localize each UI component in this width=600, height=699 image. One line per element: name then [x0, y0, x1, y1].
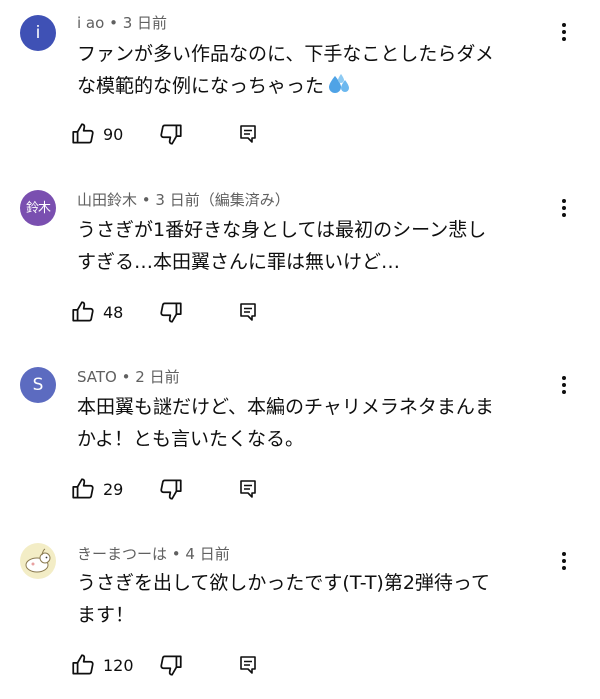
reply-button[interactable]	[236, 474, 260, 504]
comment-author[interactable]: 山田鈴木	[77, 191, 137, 209]
comment-actions: 120	[70, 650, 290, 680]
sweat-droplets-icon	[326, 74, 352, 96]
reply-button[interactable]	[236, 650, 260, 680]
thumbs-down-icon	[158, 652, 184, 678]
comment-time[interactable]: 3 日前	[155, 191, 199, 209]
thumbs-up-icon	[70, 121, 96, 147]
comment-text-content: うさぎが1番好きな身としては最初のシーン悲し すぎる…本田翼さんに罪は無いけど…	[77, 219, 487, 273]
animal-avatar-icon	[20, 543, 56, 579]
comment-actions: 90	[70, 119, 290, 149]
edited-label: （編集済み）	[199, 191, 290, 209]
comment-actions: 29	[70, 474, 290, 504]
avatar[interactable]: 鈴木	[20, 190, 56, 226]
reply-button[interactable]	[236, 297, 260, 327]
reply-icon	[236, 122, 260, 146]
comment-time[interactable]: 4 日前	[185, 545, 229, 563]
comment-text: うさぎを出して欲しかったです(T-T)第2弾待って ます！	[77, 567, 557, 631]
more-vertical-icon[interactable]	[552, 373, 576, 397]
avatar-initial: i	[35, 22, 41, 43]
like-button[interactable]: 90	[70, 119, 123, 149]
avatar[interactable]	[20, 543, 56, 579]
meta-separator: •	[104, 14, 123, 32]
meta-separator: •	[167, 545, 186, 563]
meta-separator: •	[116, 368, 136, 386]
comment-meta: SATO • 2 日前	[77, 366, 180, 387]
comment-actions: 48	[70, 297, 290, 327]
meta-separator: •	[137, 191, 156, 209]
comment-time[interactable]: 2 日前	[135, 368, 179, 386]
reply-button[interactable]	[236, 119, 260, 149]
like-button[interactable]: 120	[70, 650, 134, 680]
more-vertical-icon[interactable]	[552, 20, 576, 44]
more-vertical-icon[interactable]	[552, 549, 576, 573]
avatar-initial: 鈴木	[25, 200, 51, 216]
like-button[interactable]: 29	[70, 474, 123, 504]
like-count: 48	[103, 302, 124, 322]
comment-meta: i ao • 3 日前	[77, 12, 167, 33]
like-count: 29	[103, 479, 124, 499]
more-vertical-icon[interactable]	[552, 196, 576, 220]
comment-text-content: うさぎを出して欲しかったです(T-T)第2弾待って ます！	[77, 572, 490, 626]
dislike-button[interactable]	[158, 650, 184, 680]
avatar[interactable]: i	[20, 15, 56, 51]
avatar-initial: S	[32, 374, 44, 395]
comment-text: 本田翼も謎だけど、本編のチャリメラネタまんま かよ！とも言いたくなる。	[77, 391, 557, 455]
thumbs-up-icon	[70, 476, 96, 502]
like-button[interactable]: 48	[70, 297, 123, 327]
comment-text: うさぎが1番好きな身としては最初のシーン悲し すぎる…本田翼さんに罪は無いけど…	[77, 214, 557, 278]
dislike-button[interactable]	[158, 119, 184, 149]
like-count: 90	[103, 124, 124, 144]
comment-time[interactable]: 3 日前	[123, 14, 167, 32]
avatar[interactable]: S	[20, 367, 56, 403]
dislike-button[interactable]	[158, 297, 184, 327]
comment-text-content: ファンが多い作品なのに、下手なことしたらダメ な模範的な例になっちゃった	[77, 43, 494, 97]
comment-text: ファンが多い作品なのに、下手なことしたらダメ な模範的な例になっちゃった	[77, 38, 557, 102]
like-count: 120	[103, 655, 134, 675]
thumbs-down-icon	[158, 476, 184, 502]
reply-icon	[236, 653, 260, 677]
comment-meta: 山田鈴木 • 3 日前（編集済み）	[77, 189, 290, 210]
reply-icon	[236, 300, 260, 324]
thumbs-down-icon	[158, 121, 184, 147]
thumbs-down-icon	[158, 299, 184, 325]
comment-text-content: 本田翼も謎だけど、本編のチャリメラネタまんま かよ！とも言いたくなる。	[77, 396, 494, 450]
comment-meta: きーまつーは • 4 日前	[77, 543, 230, 564]
comment-author[interactable]: SATO	[77, 368, 117, 386]
thumbs-up-icon	[70, 652, 96, 678]
reply-icon	[236, 477, 260, 501]
comment-author[interactable]: きーまつーは	[77, 545, 167, 563]
dislike-button[interactable]	[158, 474, 184, 504]
comment-author[interactable]: i ao	[77, 14, 104, 32]
thumbs-up-icon	[70, 299, 96, 325]
